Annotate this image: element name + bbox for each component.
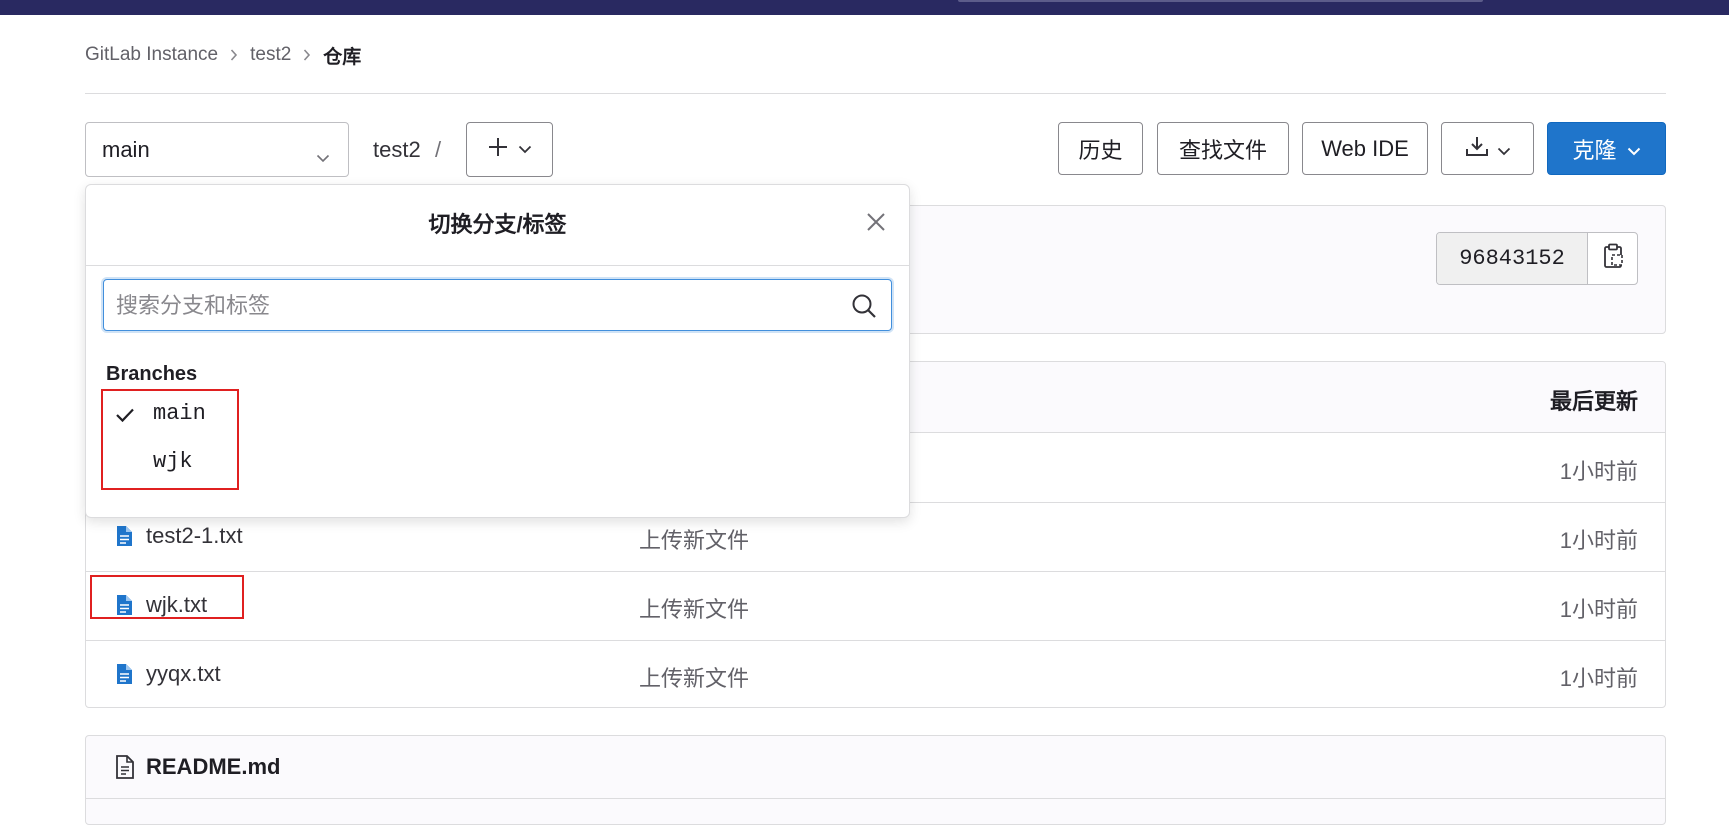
breadcrumb-item-instance[interactable]: GitLab Instance: [85, 44, 218, 66]
file-doc-icon: [115, 755, 135, 784]
branch-name: main: [153, 401, 206, 426]
commit-sha[interactable]: 96843152: [1437, 233, 1588, 284]
path-separator: /: [435, 137, 442, 162]
file-updated: 1小时前: [1559, 459, 1638, 484]
branch-search-field[interactable]: [103, 279, 892, 332]
navbar-search-edge[interactable]: [958, 0, 1483, 2]
commit-message[interactable]: 上传新文件: [639, 523, 749, 555]
history-button[interactable]: 历史: [1058, 122, 1143, 175]
column-last-update: 最后更新: [1549, 389, 1638, 414]
download-button[interactable]: [1441, 122, 1534, 175]
search-icon: [851, 293, 877, 324]
add-to-tree-button[interactable]: [466, 122, 553, 177]
branch-switch-dropdown: 切换分支/标签 Branches main wjk: [85, 184, 910, 518]
copy-sha-button[interactable]: [1588, 233, 1637, 284]
check-icon: [115, 407, 135, 428]
close-icon[interactable]: [865, 211, 887, 233]
clone-button[interactable]: 克隆: [1547, 122, 1666, 175]
clone-button-label: 克隆: [1572, 137, 1617, 163]
breadcrumb: GitLab Instance test2 仓库: [85, 42, 361, 68]
plus-icon: [488, 137, 508, 162]
top-navbar: [0, 0, 1729, 15]
branch-item-wjk[interactable]: wjk: [103, 439, 892, 487]
file-name[interactable]: test2-1.txt: [146, 523, 243, 549]
readme-panel: README.md: [85, 735, 1666, 825]
chevron-right-icon: [230, 48, 238, 62]
commit-message[interactable]: 上传新文件: [639, 592, 749, 624]
branch-name: wjk: [153, 449, 193, 474]
branches-section-label: Branches: [106, 363, 198, 385]
breadcrumb-divider: [85, 93, 1666, 94]
commit-sha-group: 96843152: [1436, 232, 1638, 285]
file-updated: 1小时前: [1559, 528, 1638, 553]
dropdown-divider: [86, 265, 909, 266]
breadcrumb-current: 仓库: [323, 46, 362, 68]
chevron-down-icon: [518, 141, 532, 159]
clipboard-icon: [1602, 243, 1624, 274]
chevron-right-icon: [303, 48, 311, 62]
find-file-button[interactable]: 查找文件: [1157, 122, 1289, 175]
table-row[interactable]: yyqx.txt 上传新文件 1小时前: [86, 640, 1665, 707]
chevron-down-icon: [1627, 136, 1641, 162]
commit-message[interactable]: 上传新文件: [639, 661, 749, 693]
file-text-icon: [115, 594, 133, 621]
branch-selector[interactable]: main: [85, 122, 349, 177]
file-name[interactable]: yyqx.txt: [146, 661, 221, 687]
branch-selector-value: main: [102, 136, 150, 162]
chevron-down-icon: [316, 143, 330, 169]
file-updated: 1小时前: [1559, 597, 1638, 622]
branch-item-main[interactable]: main: [103, 391, 892, 439]
branch-search-input[interactable]: [114, 280, 838, 332]
dropdown-title: 切换分支/标签: [428, 212, 567, 237]
web-ide-button[interactable]: Web IDE: [1302, 122, 1428, 175]
table-row[interactable]: wjk.txt 上传新文件 1小时前: [86, 571, 1665, 641]
file-updated: 1小时前: [1559, 666, 1638, 691]
readme-title[interactable]: README.md: [146, 754, 280, 780]
download-icon: [1465, 135, 1489, 163]
file-name[interactable]: wjk.txt: [146, 592, 207, 618]
breadcrumb-item-project[interactable]: test2: [250, 44, 291, 66]
file-text-icon: [115, 525, 133, 552]
file-text-icon: [115, 663, 133, 690]
path-project[interactable]: test2: [373, 137, 421, 163]
readme-header: README.md: [86, 736, 1665, 799]
chevron-down-icon: [1497, 136, 1511, 162]
